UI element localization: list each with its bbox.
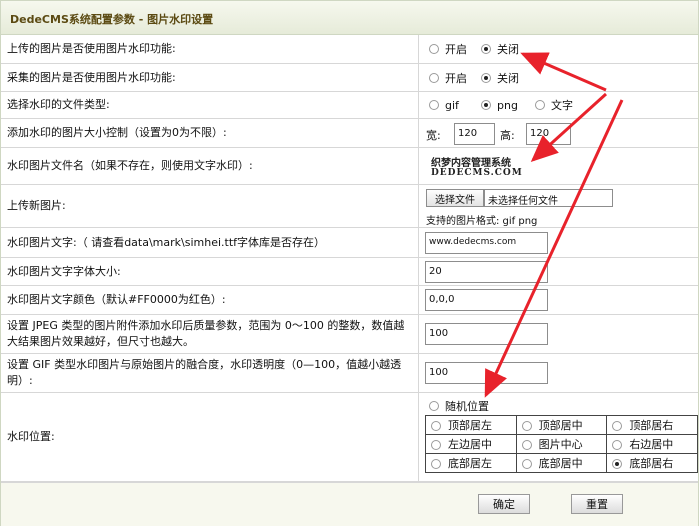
radio-icon[interactable] [431,459,441,469]
radio-icon[interactable] [521,440,532,450]
file-type-label: 选择水印的文件类型: [7,98,110,111]
radio-icon[interactable] [429,100,439,110]
panel-title: DedeCMS系统配置参数 - 图片水印设置 [10,13,214,26]
choose-file-button[interactable]: 选择文件 [426,189,484,207]
height-label: 高: [500,129,515,142]
confirm-button[interactable]: 确定 [478,494,530,514]
radio-icon[interactable] [431,421,441,431]
position-bottom-center[interactable]: 底部居中 [515,453,608,473]
file-type-gif[interactable]: gif [429,92,459,118]
radio-icon[interactable] [521,459,532,469]
gif-alpha-row: 设置 GIF 类型水印图片与原始图片的融合度，水印透明度（0—100，值越小越透… [1,354,698,393]
font-color-input[interactable]: 0,0,0 [425,289,548,311]
upload-watermark-off[interactable]: 关闭 [481,35,519,63]
radio-icon[interactable] [429,72,439,83]
position-bottom-left[interactable]: 底部居左 [425,453,517,473]
radio-selected-icon[interactable] [481,100,491,110]
height-input[interactable]: 120 [526,123,571,145]
font-size-label: 水印图片文字字体大小: [7,264,121,278]
position-middle-left[interactable]: 左边居中 [425,434,517,454]
position-center[interactable]: 图片中心 [515,434,608,454]
position-label: 水印位置: [7,430,55,443]
position-top-left[interactable]: 顶部居左 [425,415,517,435]
watermark-preview-image: 织梦内容管理系统 DEDECMS.COM [427,152,524,180]
watermark-text-input[interactable]: www.dedecms.com [425,232,548,254]
radio-selected-icon[interactable] [481,72,491,83]
radio-icon[interactable] [429,401,439,411]
watermark-text-row: 水印图片文字:（ 请查看data\mark\simhei.ttf字体库是否存在）… [1,228,698,258]
upload-new-row: 上传新图片: 选择文件 未选择任何文件 支持的图片格式: gif png [1,185,698,228]
watermark-image-label: 水印图片文件名（如果不存在，则使用文字水印）: [7,159,253,172]
size-limit-label: 添加水印的图片大小控制（设置为0为不限）: [7,126,227,139]
file-type-text[interactable]: 文字 [535,92,573,118]
width-input[interactable]: 120 [454,123,495,145]
position-row: 水印位置: 随机位置 顶部居左 顶部居中 顶部居右 左边居中 图片中心 右边居中… [1,393,698,482]
font-size-input[interactable]: 20 [425,261,548,283]
supported-formats: 支持的图片格式: gif png [426,216,538,227]
position-grid: 顶部居左 顶部居中 顶部居右 左边居中 图片中心 右边居中 底部居左 底部居中 … [425,415,698,473]
width-label: 宽: [426,129,441,142]
collect-watermark-off[interactable]: 关闭 [481,64,519,91]
collect-watermark-label: 采集的图片是否使用图片水印功能: [7,70,176,84]
font-color-label: 水印图片文字颜色（默认#FF0000为红色）: [7,293,226,306]
gif-alpha-input[interactable]: 100 [425,362,548,384]
radio-selected-icon[interactable] [612,459,623,469]
watermark-text-label: 水印图片文字:（ 请查看data\mark\simhei.ttf字体库是否存在） [7,235,326,249]
upload-watermark-on[interactable]: 开启 [429,35,467,63]
collect-watermark-row: 采集的图片是否使用图片水印功能: 开启 关闭 [1,64,698,92]
size-limit-row: 添加水印的图片大小控制（设置为0为不限）: 宽: 120 高: 120 [1,119,698,148]
no-file-status: 未选择任何文件 [488,196,558,207]
jpeg-quality-input[interactable]: 100 [425,323,548,345]
radio-icon[interactable] [535,100,545,110]
radio-selected-icon[interactable] [481,44,491,54]
file-type-png[interactable]: png [481,92,518,118]
upload-new-label: 上传新图片: [7,199,66,212]
reset-button[interactable]: 重置 [571,494,623,514]
position-middle-right[interactable]: 右边居中 [606,434,698,454]
jpeg-quality-row: 设置 JPEG 类型的图片附件添加水印后质量参数，范围为 0～100 的整数，数… [1,315,698,354]
jpeg-quality-label: 设置 JPEG 类型的图片附件添加水印后质量参数，范围为 0～100 的整数，数… [7,319,405,348]
file-type-row: 选择水印的文件类型: gif png 文字 [1,92,698,119]
panel-header: DedeCMS系统配置参数 - 图片水印设置 [1,1,698,35]
font-color-row: 水印图片文字颜色（默认#FF0000为红色）: 0,0,0 [1,286,698,315]
position-top-center[interactable]: 顶部居中 [515,415,608,435]
upload-watermark-label: 上传的图片是否使用图片水印功能: [7,42,176,55]
radio-icon[interactable] [612,421,623,431]
watermark-image-row: 水印图片文件名（如果不存在，则使用文字水印）: 织梦内容管理系统 DEDECMS… [1,148,698,185]
radio-icon[interactable] [521,421,532,431]
position-top-right[interactable]: 顶部居右 [606,415,698,435]
radio-icon[interactable] [612,440,623,450]
radio-icon[interactable] [431,440,441,450]
radio-icon[interactable] [429,44,439,54]
font-size-row: 水印图片文字字体大小: 20 [1,258,698,286]
gif-alpha-label: 设置 GIF 类型水印图片与原始图片的融合度，水印透明度（0—100，值越小越透… [7,358,402,387]
upload-watermark-row: 上传的图片是否使用图片水印功能: 开启 关闭 [1,35,698,64]
collect-watermark-on[interactable]: 开启 [429,64,467,91]
position-bottom-right[interactable]: 底部居右 [606,453,698,473]
